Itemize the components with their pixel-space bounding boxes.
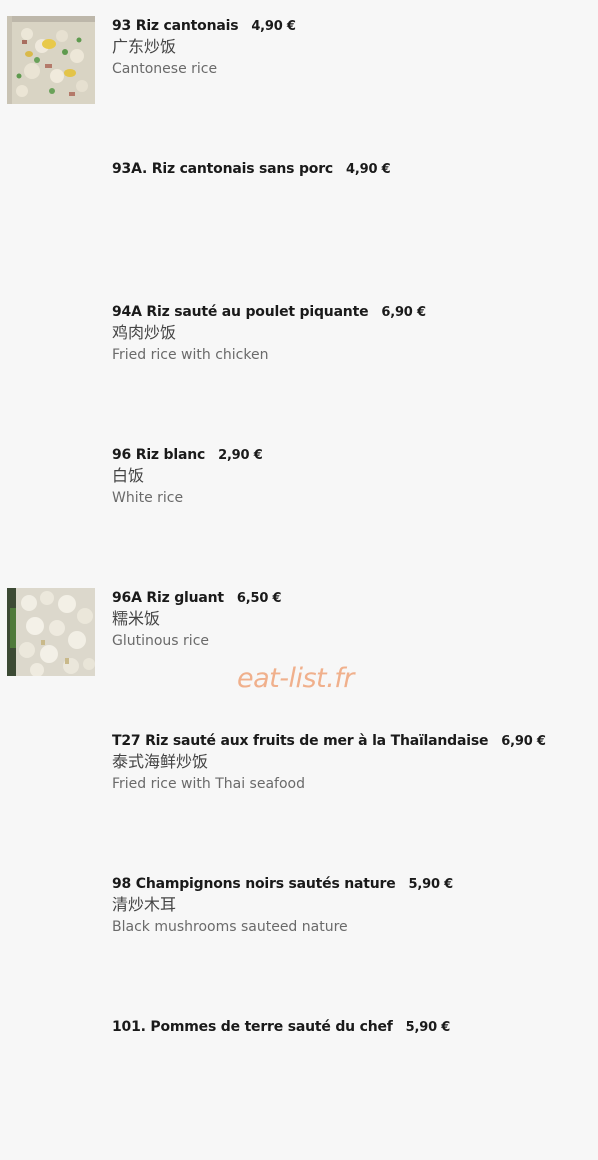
menu-item-riz-cantonais-sans-porc[interactable]: 93A. Riz cantonais sans porc 4,90 € xyxy=(0,159,598,302)
item-chinese-name: 清炒木耳 xyxy=(112,895,177,914)
item-chinese-name: 白饭 xyxy=(112,466,145,485)
item-price: 6,90 € xyxy=(501,734,546,749)
item-name: T27 Riz sauté aux fruits de mer à la Tha… xyxy=(112,733,489,749)
glutinous-rice-photo[interactable] xyxy=(7,588,95,676)
item-chinese-name: 广东炒饭 xyxy=(112,37,177,56)
item-price: 6,90 € xyxy=(381,305,426,320)
item-chinese-name: 糯米饭 xyxy=(112,609,161,628)
menu-item-champignons-noirs[interactable]: 98 Champignons noirs sautés nature 5,90 €… xyxy=(0,874,598,1017)
item-english-name: Fried rice with chicken xyxy=(112,347,269,363)
item-price: 2,90 € xyxy=(218,448,263,463)
item-title: 96 Riz blanc 2,90 € xyxy=(112,445,263,466)
item-title: 96A Riz gluant 6,50 € xyxy=(112,588,282,609)
item-name: 98 Champignons noirs sautés nature xyxy=(112,876,396,892)
item-title: 94A Riz sauté au poulet piquante 6,90 € xyxy=(112,302,426,323)
item-english-name: Cantonese rice xyxy=(112,61,218,77)
menu-item-riz-gluant[interactable]: 96A Riz gluant 6,50 € 糯米饭 Glutinous rice xyxy=(0,588,598,731)
item-name: 96 Riz blanc xyxy=(112,447,206,463)
item-title: 101. Pommes de terre sauté du chef 5,90 € xyxy=(112,1017,450,1038)
menu-item-riz-cantonais[interactable]: 93 Riz cantonais 4,90 € 广东炒饭 Cantonese ri… xyxy=(0,16,598,159)
menu-item-riz-saute-poulet[interactable]: 94A Riz sauté au poulet piquante 6,90 € 鸡… xyxy=(0,302,598,445)
cantonese-rice-photo[interactable] xyxy=(7,16,95,104)
item-english-name: Black mushrooms sauteed nature xyxy=(112,919,348,935)
item-name: 94A Riz sauté au poulet piquante xyxy=(112,304,369,320)
item-english-name: Glutinous rice xyxy=(112,633,210,649)
watermark: eat-list.fr xyxy=(237,663,354,694)
item-price: 5,90 € xyxy=(405,1020,451,1035)
item-title: 98 Champignons noirs sautés nature 5,90 € xyxy=(112,874,453,895)
item-name: 101. Pommes de terre sauté du chef xyxy=(112,1019,393,1035)
item-english-name: Fried rice with Thai seafood xyxy=(112,776,305,792)
menu-item-riz-fruits-de-mer-thai[interactable]: T27 Riz sauté aux fruits de mer à la Tha… xyxy=(0,731,598,874)
menu-item-riz-blanc[interactable]: 96 Riz blanc 2,90 € 白饭 White rice xyxy=(0,445,598,588)
menu-item-pommes-de-terre[interactable]: 101. Pommes de terre sauté du chef 5,90 € xyxy=(0,1017,598,1160)
item-price: 5,90 € xyxy=(408,877,454,892)
item-name: 93 Riz cantonais xyxy=(112,18,239,34)
item-chinese-name: 鸡肉炒饭 xyxy=(112,323,177,342)
item-price: 4,90 € xyxy=(251,19,296,34)
item-chinese-name: 泰式海鲜炒饭 xyxy=(112,752,209,771)
item-price: 4,90 € xyxy=(346,162,391,177)
item-english-name: White rice xyxy=(112,490,184,506)
item-title: 93A. Riz cantonais sans porc 4,90 € xyxy=(112,159,391,180)
item-price: 6,50 € xyxy=(236,591,282,606)
item-name: 93A. Riz cantonais sans porc xyxy=(112,161,334,177)
item-name: 96A Riz gluant xyxy=(112,590,224,606)
item-title: 93 Riz cantonais 4,90 € xyxy=(112,16,296,37)
item-title: T27 Riz sauté aux fruits de mer à la Tha… xyxy=(112,731,546,752)
